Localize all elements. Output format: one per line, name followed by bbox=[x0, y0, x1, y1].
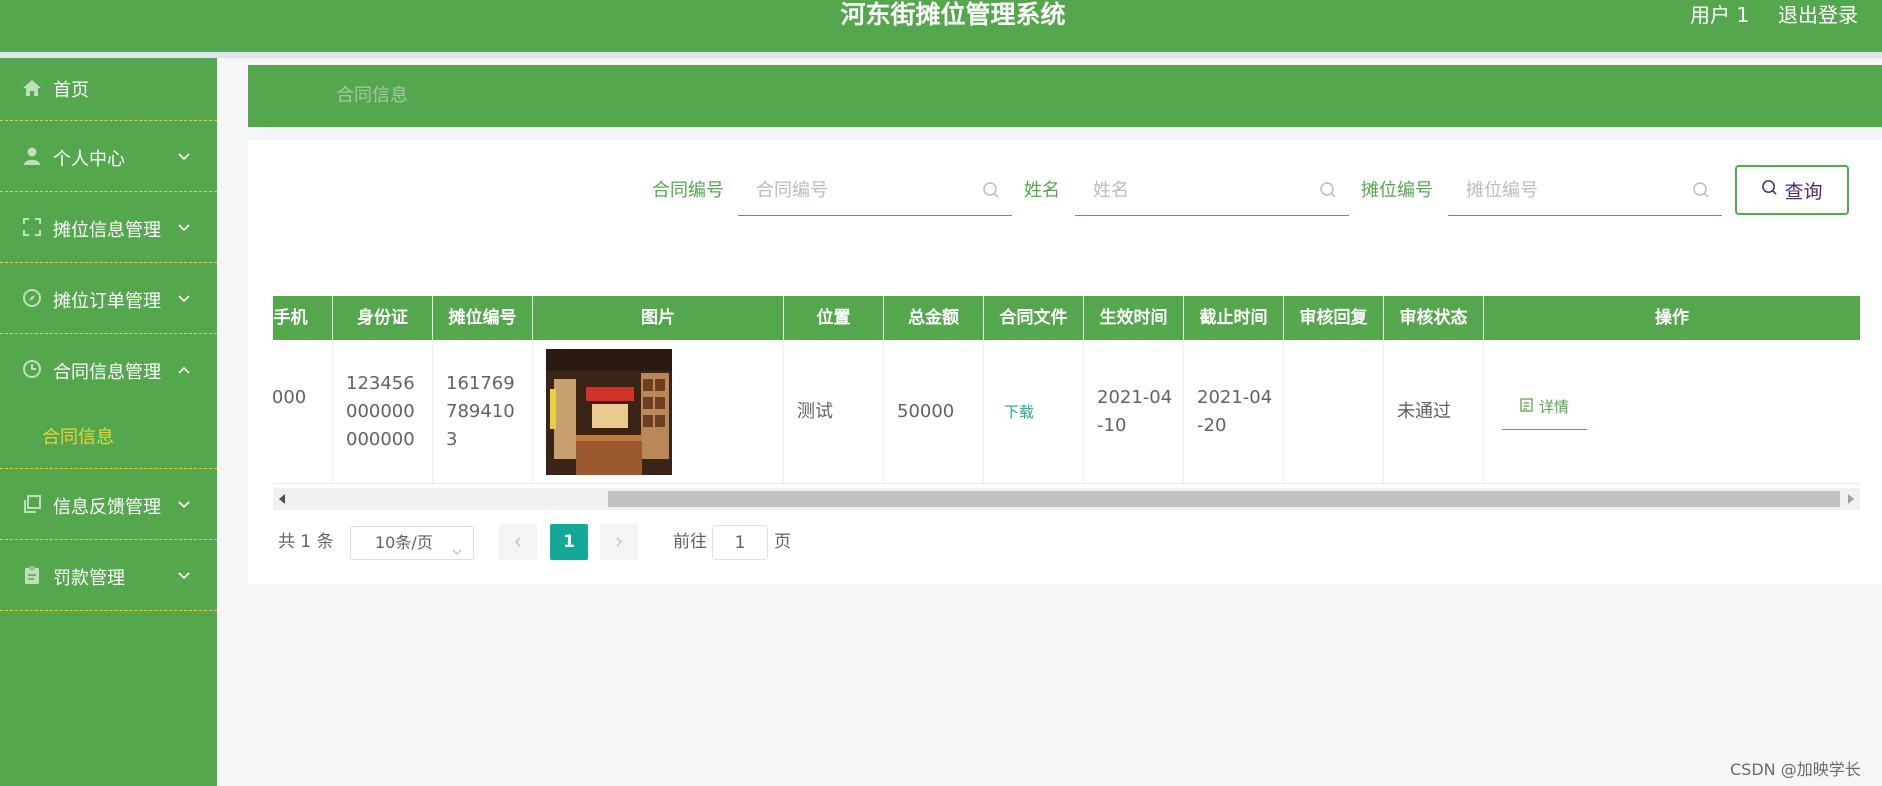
chevron-down-icon bbox=[177, 291, 191, 305]
goto-label: 前往 bbox=[673, 532, 707, 552]
detail-button[interactable]: 详情 bbox=[1502, 393, 1588, 430]
stall-no-label: 摊位编号 bbox=[1361, 180, 1433, 201]
col-actions: 操作 bbox=[1655, 308, 1689, 328]
page-size-select[interactable]: 10条/页 bbox=[350, 526, 474, 560]
logout-button[interactable]: 退出登录 bbox=[1778, 0, 1858, 30]
sidebar-item-fines[interactable]: 罚款管理 bbox=[0, 540, 217, 611]
query-button[interactable]: 查询 bbox=[1735, 165, 1849, 215]
sidebar-item-stall-info[interactable]: 摊位信息管理 bbox=[0, 192, 217, 263]
scroll-left-arrow-icon[interactable] bbox=[279, 494, 285, 504]
cell-id-card: 123456000000000000 bbox=[333, 340, 433, 484]
fullscreen-icon bbox=[22, 217, 42, 237]
prev-page-button[interactable] bbox=[499, 524, 537, 560]
contract-no-field[interactable] bbox=[738, 172, 1012, 216]
cell-actions: 详情 bbox=[1484, 340, 1860, 484]
current-user: 用户 1 bbox=[1690, 3, 1750, 27]
table-scrollbar[interactable] bbox=[273, 488, 1860, 510]
chevron-right-icon bbox=[613, 533, 625, 552]
col-total: 总金额 bbox=[884, 296, 984, 340]
col-review-reply: 审核回复 bbox=[1284, 296, 1384, 340]
sidebar-item-profile[interactable]: 个人中心 bbox=[0, 121, 217, 192]
chevron-down-icon bbox=[177, 149, 191, 163]
chevron-down-icon bbox=[177, 497, 191, 511]
sidebar-item-label: 信息反馈管理 bbox=[53, 497, 161, 518]
next-page-button[interactable] bbox=[600, 524, 638, 560]
query-button-label: 查询 bbox=[1784, 180, 1823, 203]
app-title: 河东街摊位管理系统 bbox=[840, 0, 1066, 29]
goto-unit: 页 bbox=[774, 532, 791, 552]
clipboard-icon bbox=[22, 565, 42, 585]
col-stall-no: 摊位编号 bbox=[433, 296, 533, 340]
col-image: 图片 bbox=[533, 296, 784, 340]
col-start-time: 生效时间 bbox=[1084, 296, 1184, 340]
scroll-right-arrow-icon[interactable] bbox=[1848, 494, 1854, 504]
col-review-status: 审核状态 bbox=[1384, 296, 1484, 340]
table-header: 手机 身份证 摊位编号 图片 位置 总金额 合同文件 生效时间 截止时间 审核回… bbox=[273, 296, 1860, 340]
scrollbar-thumb[interactable] bbox=[608, 491, 1840, 507]
sidebar-item-label: 个人中心 bbox=[53, 149, 125, 170]
chevron-up-icon bbox=[177, 362, 191, 376]
watermark: CSDN @加映学长 bbox=[1730, 760, 1861, 779]
breadcrumb-current: 合同信息 bbox=[336, 85, 408, 106]
stall-photo[interactable] bbox=[546, 348, 672, 475]
cell-end-time: 2021-04-20 bbox=[1184, 340, 1284, 484]
chevron-down-icon bbox=[177, 220, 191, 234]
contract-no-input[interactable] bbox=[756, 172, 956, 208]
document-icon bbox=[1520, 393, 1533, 421]
chevron-down-icon bbox=[177, 568, 191, 582]
pagination-total: 共 1 条 bbox=[278, 532, 334, 552]
page-size-value: 10条/页 bbox=[375, 533, 433, 552]
compass-icon bbox=[22, 288, 42, 308]
chevron-down-icon bbox=[451, 537, 463, 555]
chevron-left-icon bbox=[512, 533, 524, 552]
sidebar-item-label: 罚款管理 bbox=[53, 568, 125, 589]
cell-image bbox=[533, 340, 784, 484]
page-number-current[interactable]: 1 bbox=[550, 524, 588, 560]
search-icon bbox=[1319, 181, 1337, 199]
breadcrumb bbox=[248, 65, 1882, 127]
sidebar-item-label: 合同信息管理 bbox=[53, 362, 161, 383]
sidebar-item-stall-orders[interactable]: 摊位订单管理 bbox=[0, 263, 217, 334]
cell-start-time: 2021-04-10 bbox=[1084, 340, 1184, 484]
user-icon bbox=[22, 146, 42, 166]
search-icon bbox=[1692, 181, 1710, 199]
goto-page-input[interactable] bbox=[712, 525, 768, 560]
detail-button-label: 详情 bbox=[1539, 398, 1570, 416]
sidebar-subitem-label: 合同信息 bbox=[42, 427, 114, 448]
sidebar-item-contracts[interactable]: 合同信息管理 bbox=[0, 334, 217, 405]
sidebar-item-label: 摊位订单管理 bbox=[53, 291, 161, 312]
copy-icon bbox=[22, 494, 42, 514]
col-location: 位置 bbox=[784, 296, 884, 340]
name-field[interactable] bbox=[1075, 172, 1349, 216]
cell-stall-no: 1617697894103 bbox=[433, 340, 533, 484]
col-contract-file: 合同文件 bbox=[984, 296, 1084, 340]
stall-no-input[interactable] bbox=[1466, 172, 1666, 208]
col-id-card: 身份证 bbox=[333, 296, 433, 340]
sidebar-item-feedback[interactable]: 信息反馈管理 bbox=[0, 469, 217, 540]
col-end-time: 截止时间 bbox=[1184, 296, 1284, 340]
cell-total: 50000 bbox=[884, 340, 984, 484]
search-icon bbox=[982, 181, 1000, 199]
clock-icon bbox=[22, 359, 42, 379]
cell-review-status: 未通过 bbox=[1384, 340, 1484, 484]
download-link[interactable]: 下载 bbox=[1004, 398, 1034, 426]
sidebar: 首页 个人中心 摊位信息管理 摊位订单管理 合同信息管理 合同信息 信息反馈管理… bbox=[0, 58, 217, 786]
stall-no-field[interactable] bbox=[1448, 172, 1722, 216]
contract-no-label: 合同编号 bbox=[652, 180, 724, 201]
cell-phone: 50000 00 bbox=[273, 340, 333, 484]
sidebar-item-label: 首页 bbox=[53, 80, 89, 101]
name-label: 姓名 bbox=[1024, 180, 1060, 201]
header-divider bbox=[0, 52, 1882, 58]
cell-location: 测试 bbox=[784, 340, 884, 484]
sidebar-subitem-contract-info[interactable]: 合同信息 bbox=[0, 405, 217, 469]
col-phone: 手机 bbox=[273, 296, 333, 340]
name-input[interactable] bbox=[1093, 172, 1293, 208]
cell-contract-file: 下载 bbox=[984, 340, 1084, 484]
home-icon bbox=[22, 78, 42, 98]
cell-review-reply bbox=[1284, 340, 1384, 484]
search-icon bbox=[1761, 179, 1778, 201]
sidebar-item-label: 摊位信息管理 bbox=[53, 220, 161, 241]
contracts-table: 手机 身份证 摊位编号 图片 位置 总金额 合同文件 生效时间 截止时间 审核回… bbox=[273, 296, 1860, 510]
